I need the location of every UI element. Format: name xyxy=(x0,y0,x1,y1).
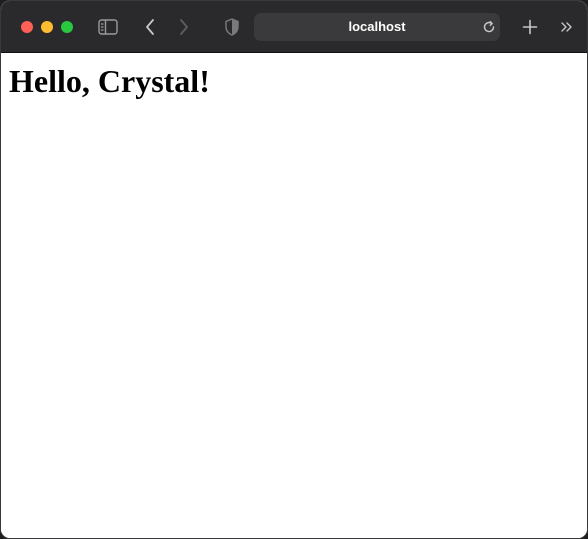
double-chevron-right-icon[interactable] xyxy=(559,17,575,37)
page-content: Hello, Crystal! xyxy=(1,53,587,538)
chevron-right-icon[interactable] xyxy=(175,17,193,37)
plus-icon[interactable] xyxy=(521,17,539,37)
browser-toolbar: localhost xyxy=(1,1,587,53)
page-heading: Hello, Crystal! xyxy=(9,63,210,99)
minimize-window-button[interactable] xyxy=(41,21,53,33)
browser-window: localhost Hello, Crystal! xyxy=(0,0,588,539)
shield-icon[interactable] xyxy=(223,17,241,37)
close-window-button[interactable] xyxy=(21,21,33,33)
sidebar-icon[interactable] xyxy=(97,17,119,37)
address-text: localhost xyxy=(348,19,406,34)
address-bar[interactable]: localhost xyxy=(254,13,500,41)
chevron-left-icon[interactable] xyxy=(141,17,159,37)
reload-icon[interactable] xyxy=(481,18,497,36)
zoom-window-button[interactable] xyxy=(61,21,73,33)
